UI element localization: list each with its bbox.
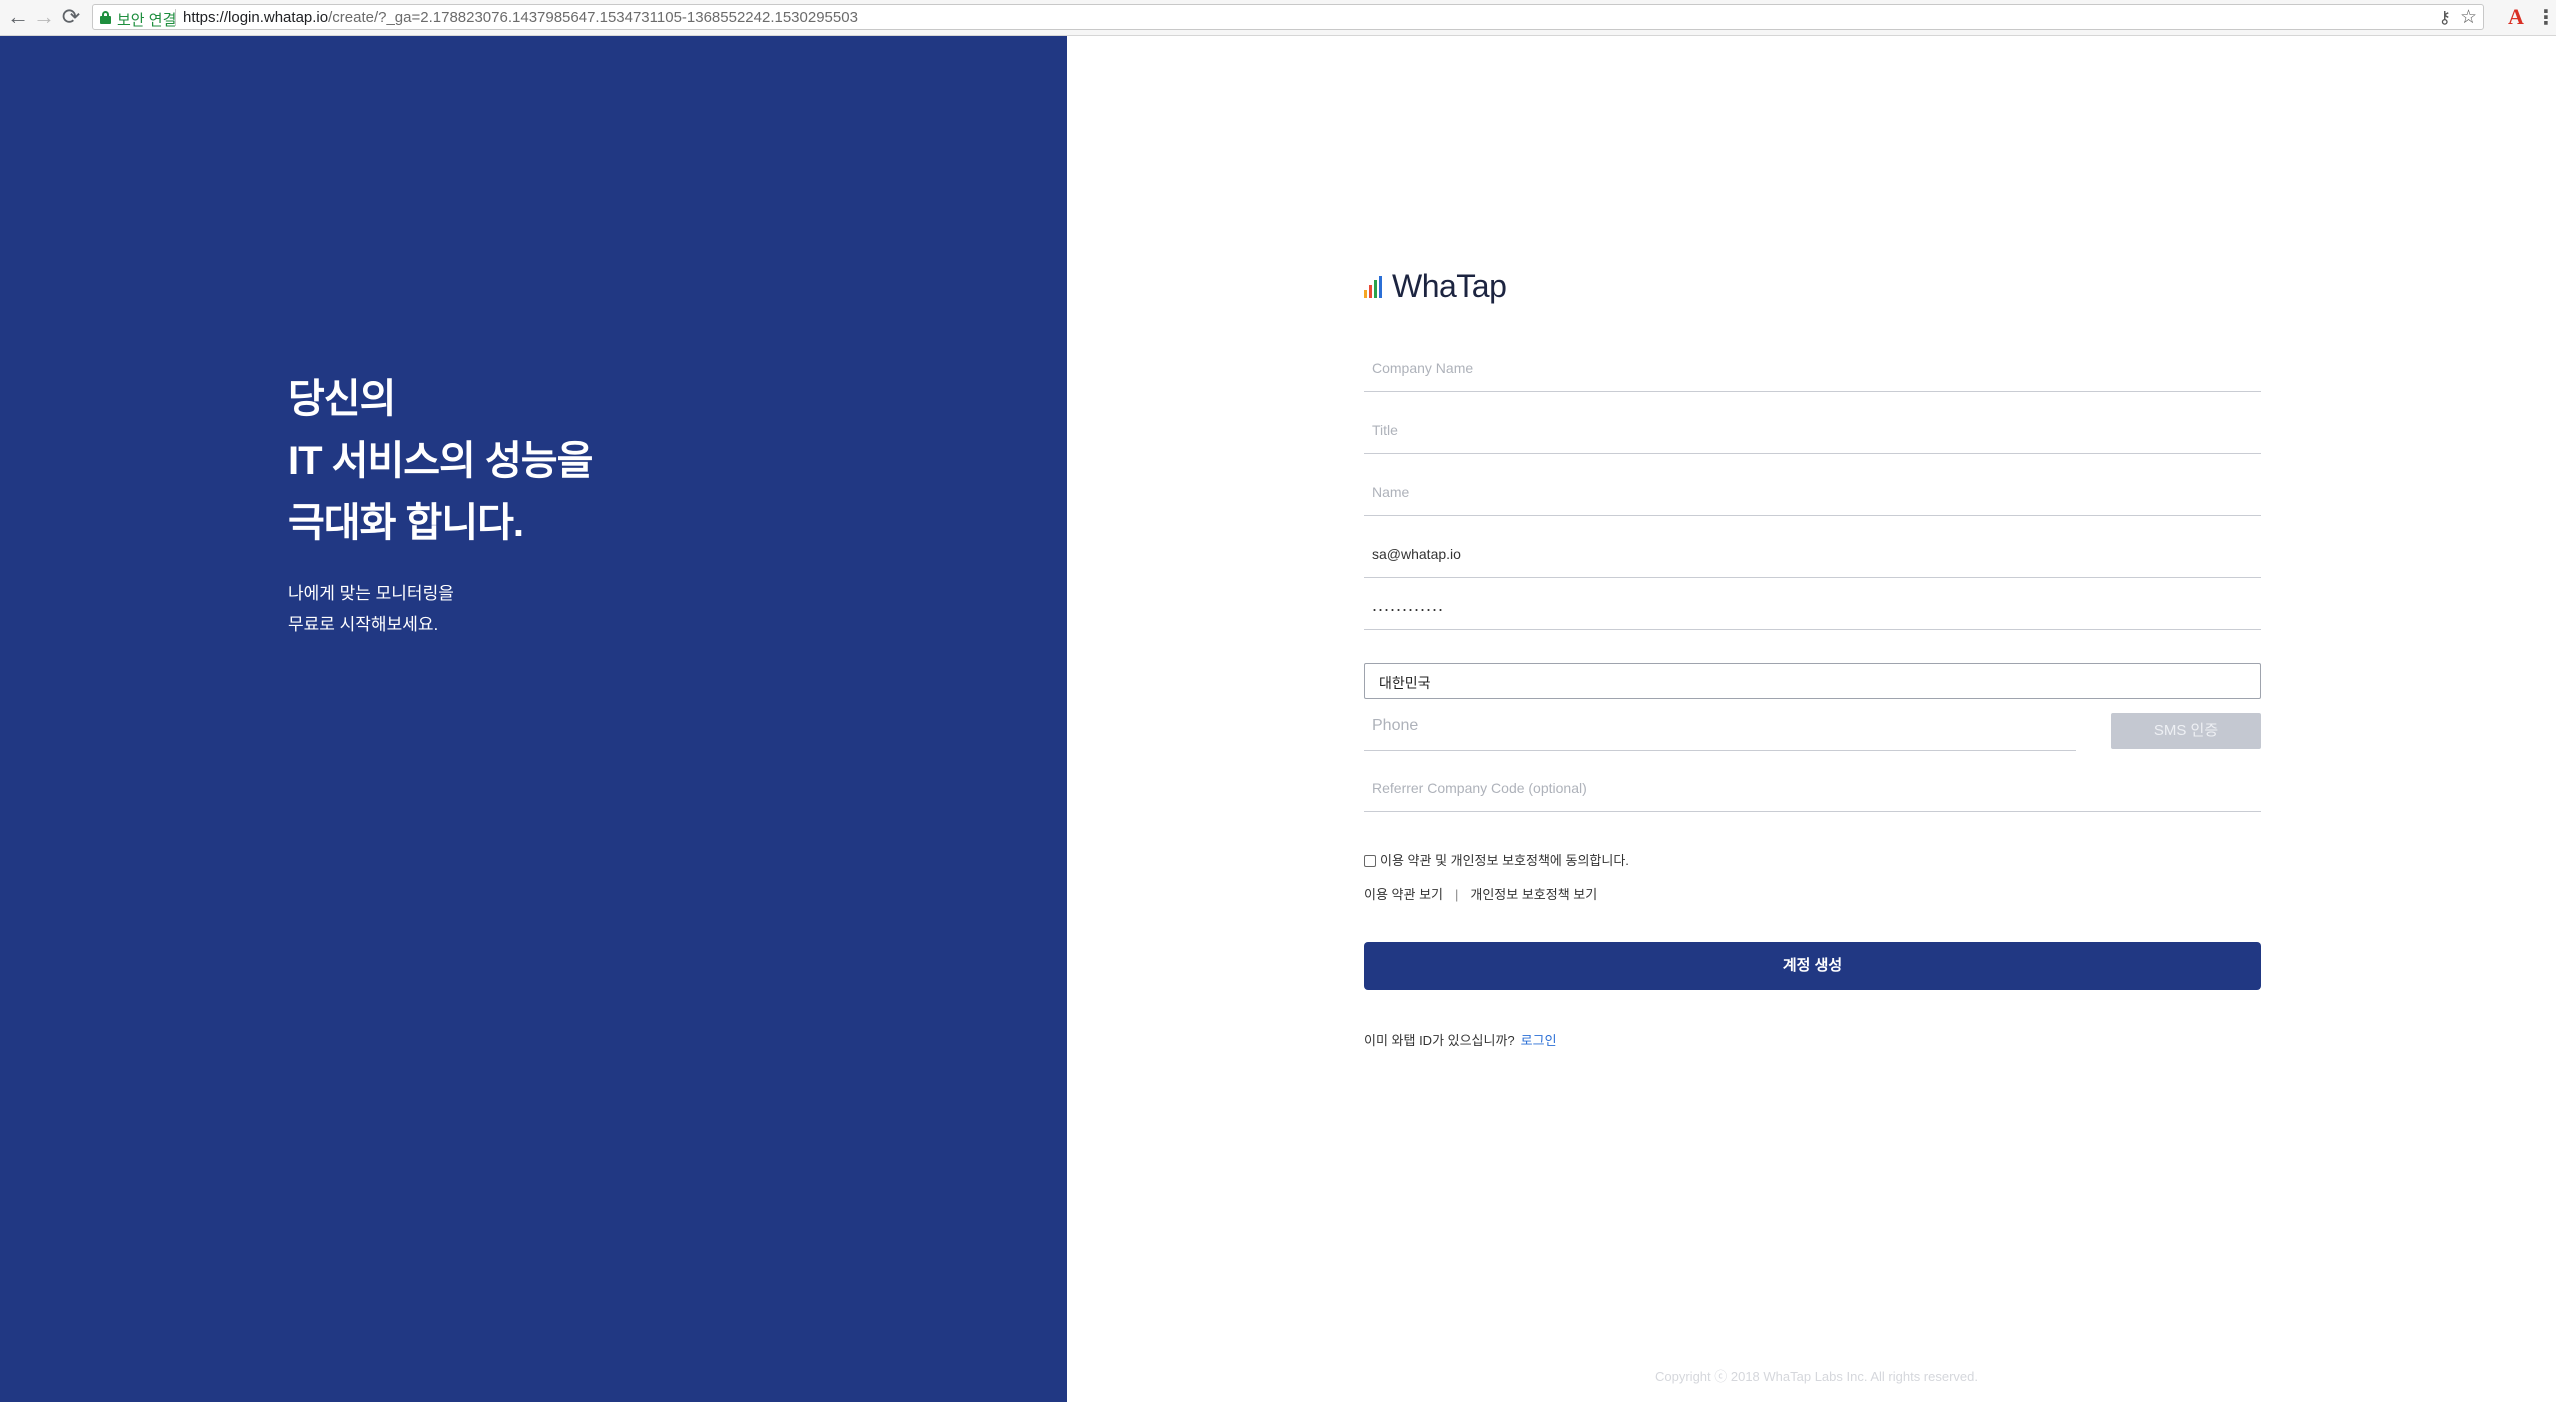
address-bar[interactable]: 보안 연결 https://login.whatap.io/create/?_g…: [92, 4, 2484, 30]
extension-icon[interactable]: A: [2508, 4, 2524, 30]
url-host: https://login.whatap.io: [183, 9, 329, 26]
sms-verify-button[interactable]: SMS 인증: [2111, 713, 2261, 749]
hero-panel: [0, 36, 1067, 1402]
existing-account-text: 이미 와탭 ID가 있으십니까?: [1364, 1033, 1515, 1048]
logo-bars-icon: [1364, 276, 1386, 298]
browser-toolbar: ← → ⟳ 보안 연결 https://login.whatap.io/crea…: [0, 0, 2556, 36]
terms-link[interactable]: 이용 약관 보기: [1364, 887, 1443, 902]
hero-headline-line2: IT 서비스의 성능을: [288, 439, 593, 483]
back-arrow-icon[interactable]: ←: [7, 6, 29, 28]
bookmark-star-icon[interactable]: ☆: [2460, 6, 2477, 29]
terms-agreement-label[interactable]: 이용 약관 및 개인정보 보호정책에 동의합니다.: [1380, 853, 1629, 868]
hero-subtext: 나에게 맞는 모니터링을 무료로 시작해보세요.: [288, 578, 454, 640]
phone-input[interactable]: [1364, 702, 2076, 750]
terms-checkbox[interactable]: [1364, 855, 1376, 867]
phone-field: [1364, 702, 2076, 751]
link-separator: |: [1454, 887, 1459, 902]
hero-headline: 당신의 IT 서비스의 성능을 극대화 합니다.: [288, 368, 593, 554]
hero-headline-line3: 극대화 합니다.: [288, 501, 524, 545]
logo-text: WhaTap: [1392, 268, 1507, 304]
login-link[interactable]: 로그인: [1521, 1033, 1557, 1048]
password-input[interactable]: [1364, 582, 2261, 629]
hero-subtext-line1: 나에게 맞는 모니터링을: [288, 584, 454, 603]
key-icon[interactable]: ⚷: [2439, 8, 2451, 28]
terms-agreement: 이용 약관 및 개인정보 보호정책에 동의합니다.: [1364, 850, 1629, 869]
privacy-link[interactable]: 개인정보 보호정책 보기: [1470, 887, 1597, 902]
policy-links: 이용 약관 보기 | 개인정보 보호정책 보기: [1364, 884, 1597, 903]
company-name-field: [1364, 344, 2261, 392]
existing-account-prompt: 이미 와탭 ID가 있으십니까? 로그인: [1364, 1030, 1557, 1049]
copyright-text: Copyright ⓒ 2018 WhaTap Labs Inc. All ri…: [1655, 1369, 1978, 1384]
password-field: [1364, 582, 2261, 630]
url-text[interactable]: https://login.whatap.io/create/?_ga=2.17…: [183, 9, 858, 26]
hero-headline-line1: 당신의: [288, 377, 396, 421]
reload-icon[interactable]: ⟳: [60, 6, 82, 28]
url-path: /create/?_ga=2.178823076.1437985647.1534…: [328, 9, 858, 26]
email-input[interactable]: [1364, 530, 2261, 577]
name-field: [1364, 468, 2261, 516]
country-select[interactable]: 대한민국: [1364, 663, 2261, 699]
secure-connection-label: 보안 연결: [117, 12, 177, 29]
address-divider: [175, 9, 176, 26]
browser-menu-icon[interactable]: ⋮: [2536, 5, 2556, 30]
lock-icon: [100, 11, 111, 24]
hero-subtext-line2: 무료로 시작해보세요.: [288, 615, 439, 634]
title-field: [1364, 406, 2261, 454]
name-input[interactable]: [1364, 468, 2261, 515]
title-input[interactable]: [1364, 406, 2261, 453]
create-account-button[interactable]: 계정 생성: [1364, 942, 2261, 990]
company-name-input[interactable]: [1364, 344, 2261, 391]
referrer-code-input[interactable]: [1364, 764, 2261, 811]
email-field: [1364, 530, 2261, 578]
referrer-field: [1364, 764, 2261, 812]
forward-arrow-icon[interactable]: →: [33, 6, 55, 28]
